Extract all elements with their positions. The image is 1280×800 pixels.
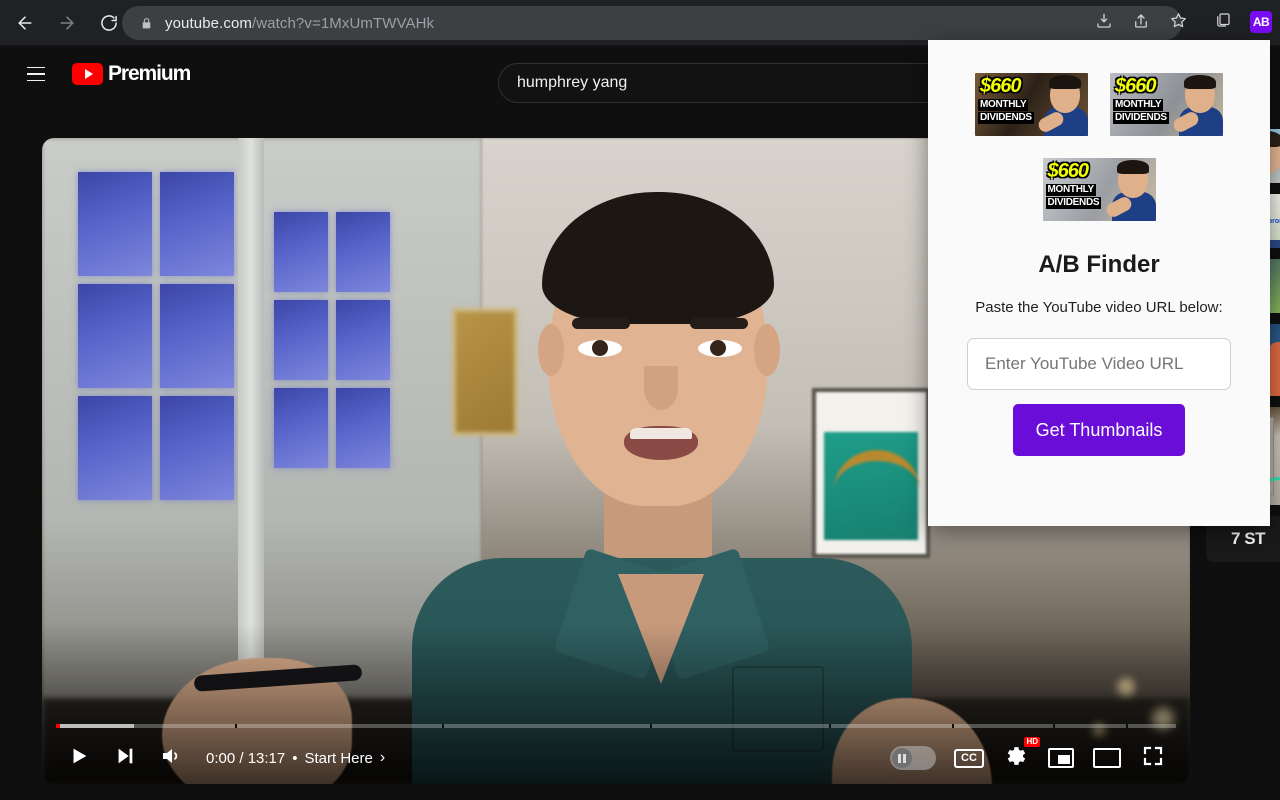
thumbnail-label: 7 ST xyxy=(1231,529,1265,549)
back-arrow-icon xyxy=(15,13,35,33)
youtube-play-icon xyxy=(72,63,103,85)
thumbnail-line1: MONTHLY xyxy=(1113,99,1163,111)
thumbnail-person xyxy=(1177,77,1223,136)
chapter-marker xyxy=(442,724,444,728)
thumbnail-price: $660 xyxy=(980,75,1021,98)
thumbnail-line1: MONTHLY xyxy=(978,99,1028,111)
progress-track xyxy=(56,724,1176,728)
chapter-separator: • xyxy=(292,750,297,767)
chapter-chevron-icon[interactable]: › xyxy=(380,749,385,767)
chapter-marker xyxy=(952,724,954,728)
thumbnail-result[interactable]: $660 MONTHLY DIVIDENDS xyxy=(1043,158,1156,221)
download-icon xyxy=(1095,12,1113,35)
play-icon xyxy=(68,745,90,772)
autoplay-pause-toggle xyxy=(892,748,912,768)
star-icon xyxy=(1169,11,1188,35)
thumbnail-person xyxy=(1110,162,1156,221)
thumbnail-result[interactable]: $660 MONTHLY DIVIDENDS xyxy=(975,73,1088,136)
play-button[interactable] xyxy=(56,735,102,781)
reload-icon xyxy=(99,13,119,33)
tab-list-button[interactable] xyxy=(1206,5,1240,39)
forward-button[interactable] xyxy=(50,6,84,40)
logo-text: Premium xyxy=(108,62,190,86)
gear-icon xyxy=(1002,743,1028,774)
ab-finder-popup: $660 MONTHLY DIVIDENDS $660 MONTHLY DIVI… xyxy=(928,40,1270,526)
popup-title: A/B Finder xyxy=(928,251,1270,279)
time-display: 0:00 / 13:17 xyxy=(206,750,285,767)
youtube-premium-logo[interactable]: Premium xyxy=(72,62,190,86)
address-bar-text: youtube.com/watch?v=1MxUmTWVAHk xyxy=(165,15,434,32)
thumbnail-price: $660 xyxy=(1048,160,1089,183)
lock-icon xyxy=(140,17,153,30)
hamburger-menu-icon[interactable] xyxy=(16,54,56,94)
chapter-marker xyxy=(1126,724,1128,728)
download-button[interactable] xyxy=(1088,7,1120,39)
forward-arrow-icon xyxy=(57,13,77,33)
hd-badge: HD xyxy=(1024,737,1040,747)
get-thumbnails-button[interactable]: Get Thumbnails xyxy=(1013,404,1185,456)
theater-button[interactable] xyxy=(1084,735,1130,781)
thumbnail-price: $660 xyxy=(1115,75,1156,98)
url-domain: youtube.com xyxy=(165,15,252,32)
thumbnail-result[interactable]: $660 MONTHLY DIVIDENDS xyxy=(1110,73,1223,136)
thumbnail-line2: DIVIDENDS xyxy=(1113,112,1169,124)
thumbnail-person xyxy=(1042,77,1088,136)
thumbnail-grid: $660 MONTHLY DIVIDENDS $660 MONTHLY DIVI… xyxy=(928,40,1270,221)
cc-icon: CC xyxy=(954,749,984,768)
share-button[interactable] xyxy=(1125,7,1157,39)
progress-bar[interactable] xyxy=(56,724,1176,728)
popup-subtitle: Paste the YouTube video URL below: xyxy=(928,299,1270,316)
copy-tabs-icon xyxy=(1214,11,1232,34)
miniplayer-icon xyxy=(1048,748,1074,768)
url-path: /watch?v=1MxUmTWVAHk xyxy=(252,15,434,32)
chapter-marker xyxy=(1053,724,1055,728)
progress-played xyxy=(56,724,60,728)
chapter-marker xyxy=(650,724,652,728)
next-track-icon xyxy=(114,745,136,772)
fullscreen-icon xyxy=(1141,744,1165,773)
back-button[interactable] xyxy=(8,6,42,40)
ab-finder-extension-button[interactable]: AB xyxy=(1244,5,1278,39)
chapter-marker xyxy=(829,724,831,728)
fullscreen-button[interactable] xyxy=(1130,735,1176,781)
miniplayer-button[interactable] xyxy=(1038,735,1084,781)
autoplay-toggle[interactable] xyxy=(890,746,936,770)
subtitles-button[interactable]: CC xyxy=(946,735,992,781)
reload-button[interactable] xyxy=(92,6,126,40)
youtube-url-input[interactable] xyxy=(967,338,1231,390)
thumbnail-line2: DIVIDENDS xyxy=(1046,197,1102,209)
search-input-value: humphrey yang xyxy=(517,74,627,92)
ab-extension-icon: AB xyxy=(1250,11,1272,33)
thumbnail-line1: MONTHLY xyxy=(1046,184,1096,196)
address-bar[interactable]: youtube.com/watch?v=1MxUmTWVAHk xyxy=(122,6,1182,40)
next-video-button[interactable] xyxy=(102,735,148,781)
progress-buffer xyxy=(56,724,134,728)
volume-button[interactable] xyxy=(148,735,194,781)
thumbnail-line2: DIVIDENDS xyxy=(978,112,1034,124)
chapter-title[interactable]: Start Here xyxy=(305,750,373,767)
player-controls-right: CC HD xyxy=(890,735,1176,781)
theater-mode-icon xyxy=(1093,748,1121,768)
settings-button[interactable]: HD xyxy=(992,735,1038,781)
player-controls: 0:00 / 13:17 • Start Here › CC HD xyxy=(42,732,1190,784)
chapter-marker xyxy=(235,724,237,728)
share-icon xyxy=(1132,12,1150,35)
bookmark-button[interactable] xyxy=(1162,7,1194,39)
volume-icon xyxy=(159,744,183,773)
